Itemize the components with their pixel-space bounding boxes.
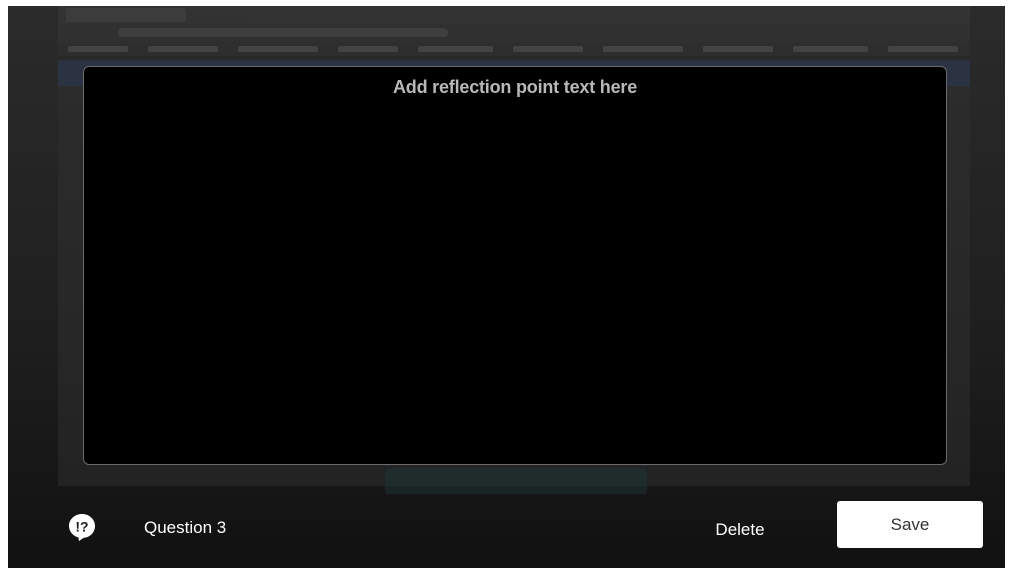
background-bookmark [418, 46, 493, 52]
background-bookmark [513, 46, 583, 52]
reflection-editor-overlay: Add reflection point text here !? Questi… [8, 6, 1005, 568]
background-bookmark [68, 46, 128, 52]
editor-footer: !? Question 3 Delete Save [8, 494, 1005, 568]
reflection-text-placeholder[interactable]: Add reflection point text here [84, 77, 946, 98]
question-label: Question 3 [144, 518, 227, 537]
question-exclamation-bubble-icon: !? [69, 514, 95, 541]
reflection-preview-area[interactable]: Add reflection point text here [83, 66, 947, 465]
background-page-button [385, 468, 647, 494]
save-button[interactable]: Save [837, 501, 983, 548]
svg-text:!?: !? [75, 519, 88, 535]
background-browser-tab [66, 8, 186, 22]
background-bookmark [793, 46, 868, 52]
background-bookmark [603, 46, 683, 52]
delete-button[interactable]: Delete [702, 516, 778, 544]
background-url [118, 28, 448, 37]
background-bookmark [148, 46, 218, 52]
background-address-bar [58, 24, 970, 42]
background-bookmark [703, 46, 773, 52]
background-bookmark [338, 46, 398, 52]
background-bookmark [888, 46, 958, 52]
background-browser-tabbar [58, 6, 970, 24]
background-bookmarks-bar [58, 42, 970, 56]
background-bookmark [238, 46, 318, 52]
